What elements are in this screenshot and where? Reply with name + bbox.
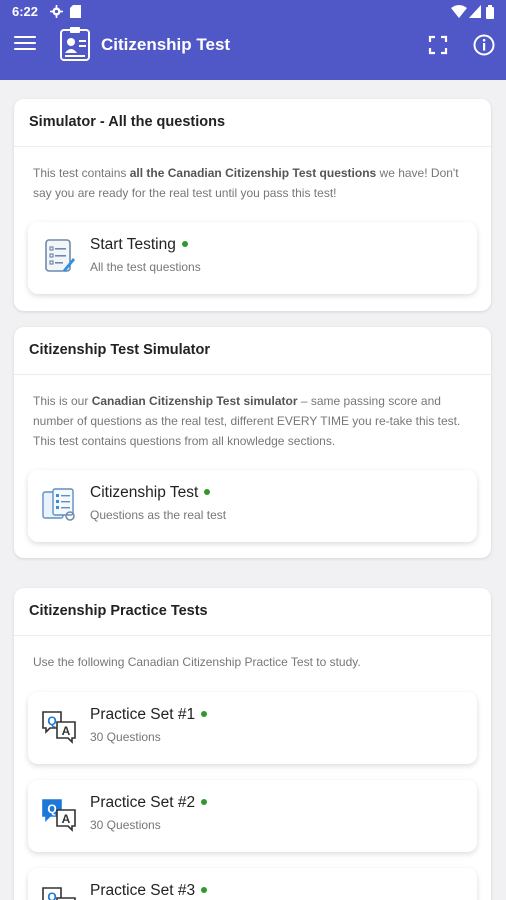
item-subtitle: 30 Questions [90, 730, 161, 744]
qa-bubble-icon: Q A [42, 887, 76, 900]
settings-icon [50, 5, 63, 18]
fullscreen-icon[interactable] [426, 33, 450, 57]
card-title: Simulator - All the questions [14, 99, 491, 147]
menu-icon[interactable] [14, 36, 36, 54]
item-subtitle: 30 Questions [90, 818, 161, 832]
simulator-all-card: Simulator - All the questions This test … [14, 99, 491, 311]
qa-bubble-icon: Q A [42, 711, 76, 744]
svg-text:A: A [62, 812, 71, 826]
card-title: Citizenship Practice Tests [14, 588, 491, 636]
item-title: Practice Set #2 [90, 794, 208, 812]
status-dot [201, 798, 208, 805]
status-bar: 6:22 [0, 0, 506, 24]
practice-set-item[interactable]: Q A Practice Set #3 [28, 868, 477, 900]
app-title: Citizenship Test [101, 35, 231, 54]
checklist-icon [45, 239, 75, 272]
info-icon[interactable] [472, 33, 496, 57]
qa-bubble-icon: Q A [42, 799, 76, 832]
battery-icon [486, 5, 494, 19]
citizenship-test-item[interactable]: Citizenship Test Questions as the real t… [28, 470, 477, 542]
status-time: 6:22 [12, 4, 39, 19]
item-title: Start Testing [90, 236, 188, 254]
item-title: Practice Set #3 [90, 882, 208, 900]
signal-icon [469, 5, 481, 18]
svg-text:Q: Q [47, 802, 56, 816]
item-subtitle: Questions as the real test [90, 508, 227, 522]
practice-set-item[interactable]: Q A Practice Set #1 30 Questions [28, 692, 477, 764]
card-description: This is our Canadian Citizenship Test si… [33, 394, 461, 448]
item-title: Citizenship Test [90, 484, 211, 502]
citizenship-simulator-card: Citizenship Test Simulator This is our C… [14, 327, 491, 558]
status-dot [201, 710, 208, 717]
card-title: Citizenship Test Simulator [14, 327, 491, 375]
practice-tests-card: Citizenship Practice Tests Use the follo… [14, 588, 491, 900]
app-header: 6:22 Citizenship Test [0, 0, 506, 80]
item-title: Practice Set #1 [90, 706, 208, 724]
documents-icon [42, 488, 75, 521]
status-dot [201, 886, 208, 893]
svg-text:A: A [62, 724, 71, 738]
id-card-logo-icon [60, 27, 90, 61]
card-description: This test contains all the Canadian Citi… [33, 166, 459, 200]
svg-text:Q: Q [47, 890, 56, 900]
card-description: Use the following Canadian Citizenship P… [33, 655, 361, 669]
svg-text:Q: Q [47, 714, 56, 728]
status-dot [204, 488, 211, 495]
item-subtitle: All the test questions [90, 260, 201, 274]
practice-set-item[interactable]: Q A Practice Set #2 30 Questions [28, 780, 477, 852]
status-dot [181, 240, 188, 247]
wifi-icon [451, 5, 467, 18]
sd-card-icon [70, 5, 81, 18]
start-testing-item[interactable]: Start Testing All the test questions [28, 222, 477, 294]
